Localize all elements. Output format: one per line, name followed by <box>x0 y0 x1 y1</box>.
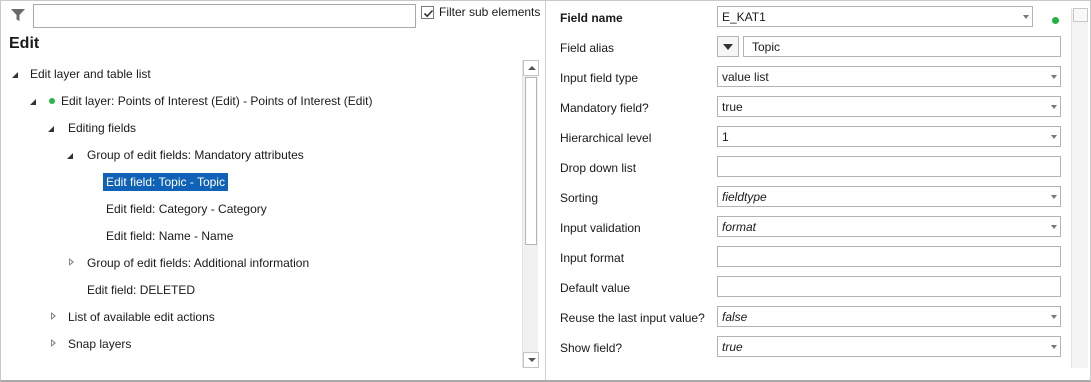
collapsed-arrow-icon[interactable] <box>51 312 56 320</box>
expanded-arrow-icon[interactable] <box>30 99 36 105</box>
filter-input[interactable] <box>33 4 416 28</box>
prop-label: Mandatory field? <box>560 101 649 115</box>
panel-title: Edit <box>9 35 40 52</box>
prop-label: Field alias <box>560 41 615 55</box>
tree-node-edit-actions[interactable]: List of available edit actions <box>65 308 218 326</box>
tree-node-edit-field-category[interactable]: Edit field: Category - Category <box>103 200 270 218</box>
dropdown-arrow-icon <box>1051 75 1057 79</box>
prop-row-field-alias: Field alias Topic <box>551 33 1071 63</box>
prop-row-input-field-type: Input field type value list <box>551 63 1071 93</box>
filter-sub-elements-checkbox[interactable] <box>421 6 434 19</box>
collapsed-arrow-icon[interactable] <box>51 339 56 347</box>
prop-row-show-field: Show field? true <box>551 333 1071 363</box>
tree-node-edit-field-name[interactable]: Edit field: Name - Name <box>103 227 236 245</box>
hierarchical-level-select[interactable]: 1 <box>717 126 1061 147</box>
expanded-arrow-icon[interactable] <box>67 153 73 159</box>
collapsed-arrow-icon[interactable] <box>69 258 74 266</box>
filter-icon[interactable] <box>10 7 26 23</box>
tree-scrollbar[interactable] <box>522 60 539 368</box>
edit-tree: Edit layer and table list Edit layer: Po… <box>0 60 520 370</box>
prop-label: Hierarchical level <box>560 131 652 145</box>
input-format-input[interactable] <box>717 246 1061 267</box>
dropdown-arrow-icon <box>1051 345 1057 349</box>
panel-splitter[interactable] <box>545 0 546 380</box>
prop-label: Sorting <box>560 191 599 205</box>
properties-panel: Field name E_KAT1 Field alias Topic Inpu… <box>551 0 1091 380</box>
filter-sub-elements-label: Filter sub elements <box>439 5 541 19</box>
prop-row-input-format: Input format <box>551 243 1071 273</box>
dropdown-arrow-icon <box>1051 225 1057 229</box>
prop-row-reuse-last-input: Reuse the last input value? false <box>551 303 1071 333</box>
tree-node-editing-fields[interactable]: Editing fields <box>65 119 139 137</box>
properties-scrollbar[interactable] <box>1071 8 1088 368</box>
scroll-up-button[interactable] <box>523 60 539 76</box>
scroll-down-button[interactable] <box>523 352 539 368</box>
alias-options-button[interactable] <box>717 36 739 57</box>
expanded-arrow-icon[interactable] <box>48 126 54 132</box>
default-value-input[interactable] <box>717 276 1061 297</box>
prop-label: Default value <box>560 281 631 295</box>
tree-node-edit-field-deleted[interactable]: Edit field: DELETED <box>84 281 198 299</box>
prop-label: Reuse the last input value? <box>560 311 705 325</box>
prop-row-hierarchical-level: Hierarchical level 1 <box>551 123 1071 153</box>
dropdown-arrow-icon <box>1051 135 1057 139</box>
prop-row-input-validation: Input validation format <box>551 213 1071 243</box>
prop-row-sorting: Sorting fieldtype <box>551 183 1071 213</box>
field-name-select[interactable]: E_KAT1 <box>717 6 1033 27</box>
field-alias-input[interactable]: Topic <box>743 36 1061 57</box>
tree-node-group-additional[interactable]: Group of edit fields: Additional informa… <box>84 254 312 272</box>
prop-label: Input field type <box>560 71 639 85</box>
reuse-last-input-select[interactable]: false <box>717 306 1061 327</box>
prop-label: Drop down list <box>560 161 637 175</box>
sorting-select[interactable]: fieldtype <box>717 186 1061 207</box>
check-icon <box>423 9 434 18</box>
prop-label: Show field? <box>560 341 623 355</box>
tree-node-snap-layers[interactable]: Snap layers <box>65 335 134 353</box>
scrollbar-cap[interactable] <box>1073 8 1088 22</box>
tree-node-edit-layer[interactable]: Edit layer: Points of Interest (Edit) - … <box>58 92 375 110</box>
arrow-up-icon <box>528 66 536 70</box>
input-validation-select[interactable]: format <box>717 216 1061 237</box>
dropdown-arrow-icon <box>1051 195 1057 199</box>
prop-row-field-name: Field name E_KAT1 <box>551 3 1071 33</box>
input-field-type-select[interactable]: value list <box>717 66 1061 87</box>
prop-row-mandatory-field: Mandatory field? true <box>551 93 1071 123</box>
prop-row-drop-down-list: Drop down list <box>551 153 1071 183</box>
expanded-arrow-icon[interactable] <box>12 72 18 78</box>
active-layer-dot-icon <box>49 98 55 104</box>
edit-tree-panel: Filter sub elements Edit Edit layer and … <box>0 0 545 380</box>
triangle-down-icon <box>723 44 733 50</box>
mandatory-field-select[interactable]: true <box>717 96 1061 117</box>
tree-node-edit-layer-list[interactable]: Edit layer and table list <box>27 65 154 83</box>
scrollbar-thumb[interactable] <box>525 77 537 245</box>
tree-node-group-mandatory[interactable]: Group of edit fields: Mandatory attribut… <box>84 146 307 164</box>
drop-down-list-input[interactable] <box>717 156 1061 177</box>
dropdown-arrow-icon <box>1023 15 1029 19</box>
arrow-down-icon <box>528 358 536 362</box>
dropdown-arrow-icon <box>1051 105 1057 109</box>
status-dot-icon <box>1052 17 1059 24</box>
prop-label: Input validation <box>560 221 641 235</box>
dropdown-arrow-icon <box>1051 315 1057 319</box>
tree-node-edit-field-topic[interactable]: Edit field: Topic - Topic <box>103 173 228 191</box>
prop-label: Field name <box>560 11 623 25</box>
show-field-select[interactable]: true <box>717 336 1061 357</box>
prop-row-default-value: Default value <box>551 273 1071 303</box>
prop-label: Input format <box>560 251 625 265</box>
